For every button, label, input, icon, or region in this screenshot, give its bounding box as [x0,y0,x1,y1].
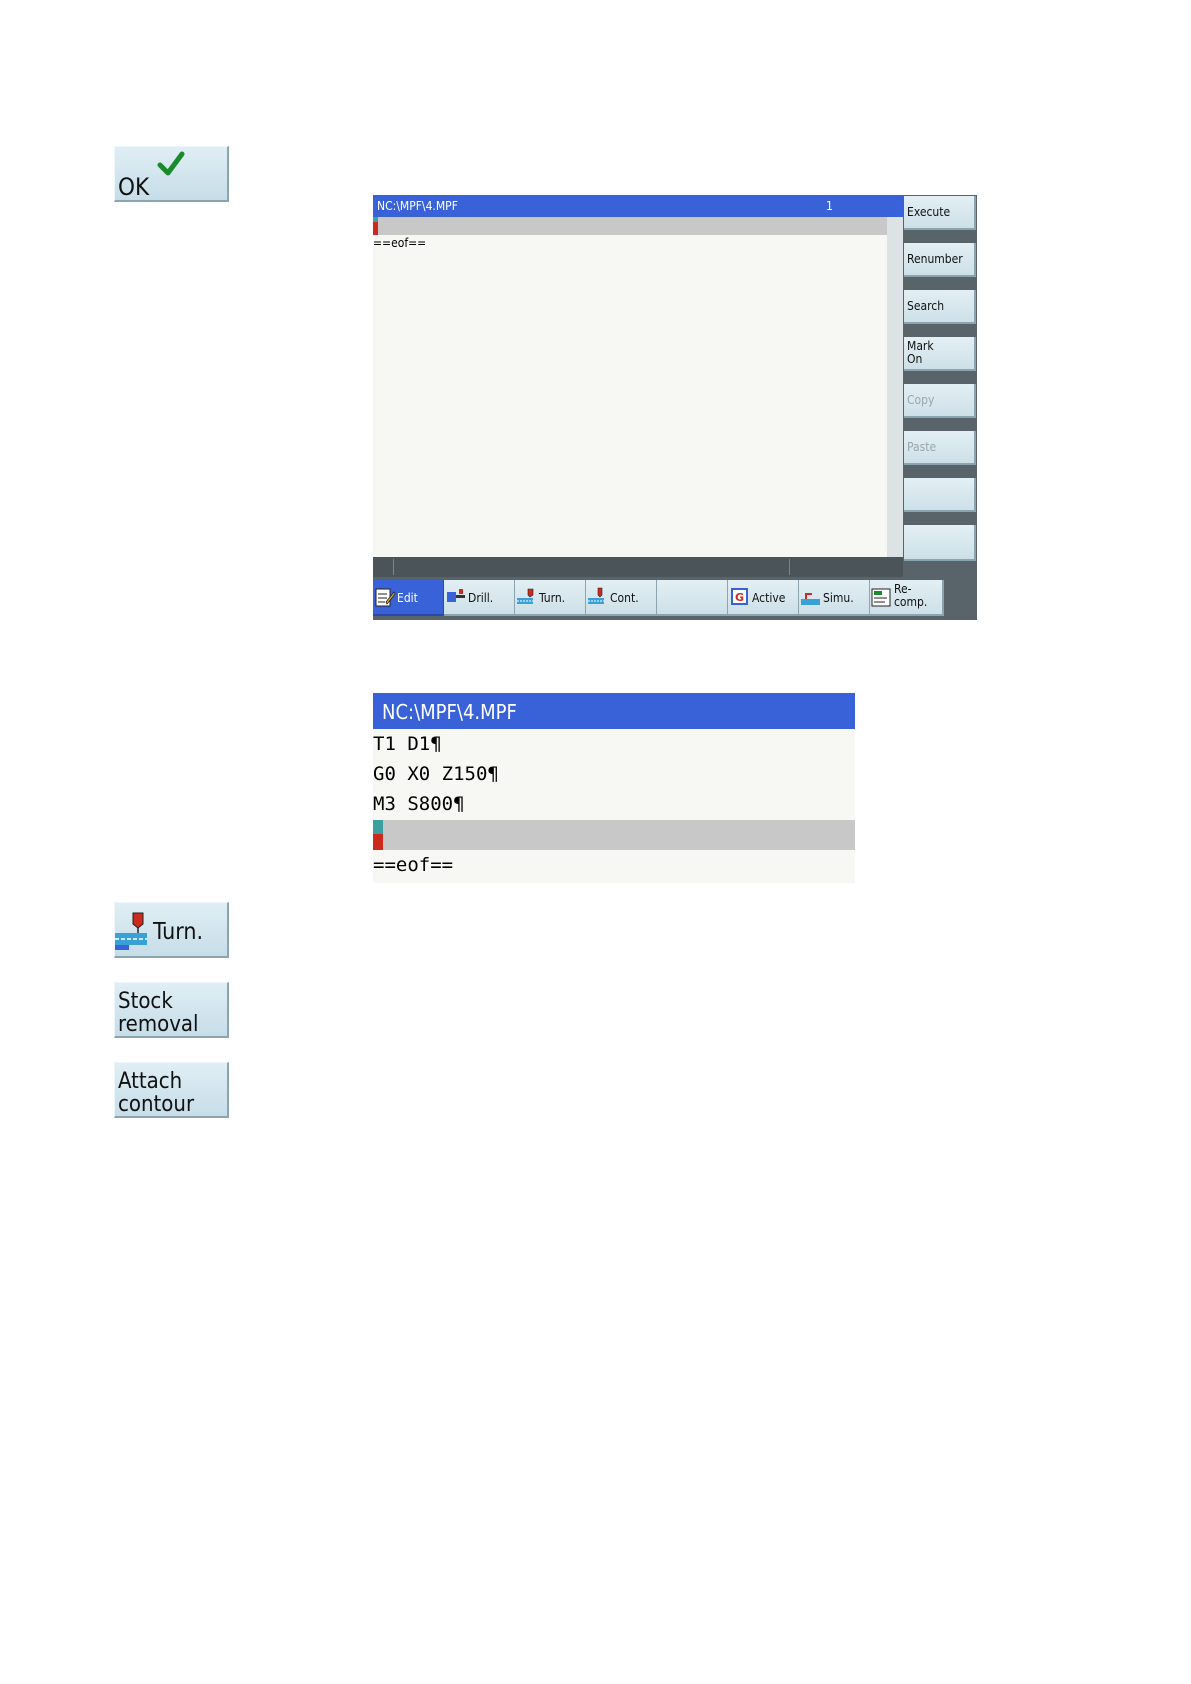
turn-softkey-standalone[interactable]: Turn. [114,902,229,958]
drill-softkey-label: Drill. [468,591,494,605]
program-editor-window: NC:\MPF\4.MPF 1 ==eof== Execute Renumber… [373,195,977,620]
attach-contour-softkey-label: Attach contour [118,1069,195,1117]
turn-softkey-label: Turn. [153,919,204,945]
program-cursor-line[interactable] [373,820,855,850]
contour-softkey-label: Cont. [610,591,639,605]
program-title-bar: NC:\MPF\4.MPF [373,693,855,729]
editor-eof-marker: ==eof== [373,236,427,250]
paste-softkey[interactable]: Paste [904,431,976,465]
drill-icon [447,589,465,602]
editor-scrollbar[interactable] [887,217,903,557]
editor-file-path: NC:\MPF\4.MPF [377,199,458,213]
simulation-softkey-label: Simu. [823,591,854,605]
ok-softkey-label: OK [118,173,150,201]
active-softkey[interactable]: G Active [728,580,800,616]
editor-text-area[interactable]: ==eof== [373,217,887,557]
program-listing-window: NC:\MPF\4.MPF T1 D1¶ G0 X0 Z150¶ M3 S800… [373,693,855,883]
horizontal-softkey-bar: Edit Drill. Turn. Cont. G Active Simu. R… [373,577,977,620]
recompile-icon [871,588,891,607]
editor-cursor-line[interactable] [373,217,887,235]
program-eof-marker: ==eof== [373,854,454,876]
edit-icon [375,588,396,607]
edit-softkey-label: Edit [397,591,418,605]
drill-softkey[interactable]: Drill. [444,580,516,616]
text-cursor [373,217,378,235]
vertical-softkey-bar: Execute Renumber Search Mark On Copy Pas… [903,195,977,577]
program-line[interactable]: M3 S800¶ [373,789,855,819]
svg-text:G: G [735,591,744,604]
editor-status-bar [373,557,903,577]
editor-line-number: 1 [826,199,833,213]
simulation-icon [801,593,820,605]
empty-softkey-7[interactable] [904,478,976,512]
ok-softkey[interactable]: OK [114,146,229,202]
stock-removal-softkey-label: Stock removal [118,989,199,1037]
editor-title-bar: NC:\MPF\4.MPF 1 [373,195,903,217]
simulation-softkey[interactable]: Simu. [799,580,871,616]
empty-horizontal-softkey[interactable] [657,580,729,616]
recompile-softkey-label: Re- comp. [894,582,928,609]
turning-tool-icon [517,588,534,604]
active-softkey-label: Active [752,591,786,605]
attach-contour-softkey[interactable]: Attach contour [114,1062,229,1118]
turning-tool-icon [115,912,147,950]
copy-softkey[interactable]: Copy [904,384,976,418]
text-cursor [373,820,383,850]
checkmark-icon [157,151,185,176]
recompile-softkey[interactable]: Re- comp. [870,580,944,616]
program-line[interactable]: T1 D1¶ [373,729,855,759]
renumber-softkey[interactable]: Renumber [904,243,976,277]
stock-removal-softkey[interactable]: Stock removal [114,982,229,1038]
turn-softkey-label: Turn. [539,591,566,605]
mark-on-softkey[interactable]: Mark On [904,337,976,371]
empty-softkey-8[interactable] [904,525,976,561]
edit-softkey[interactable]: Edit [373,580,445,616]
execute-softkey[interactable]: Execute [904,196,976,230]
g-code-icon: G [731,588,748,605]
contour-softkey[interactable]: Cont. [586,580,658,616]
search-softkey[interactable]: Search [904,290,976,324]
contour-icon [588,587,604,604]
program-line[interactable]: G0 X0 Z150¶ [373,759,855,789]
turn-softkey[interactable]: Turn. [515,580,587,616]
